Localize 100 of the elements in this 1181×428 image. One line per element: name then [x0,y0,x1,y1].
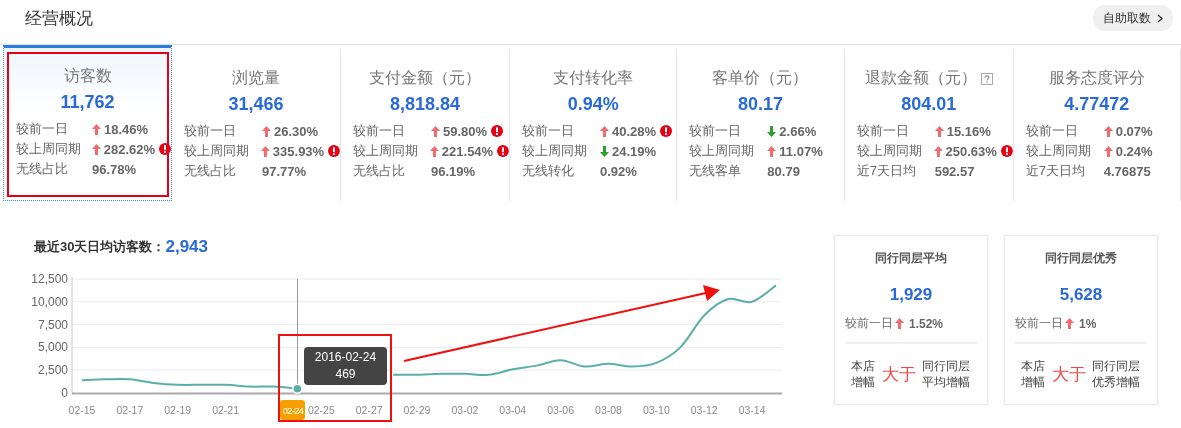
metric-card[interactable]: 客单价（元） 80.17 较前一日 2.66% 较上周同期 11.07% 无线客单 80.79 [677,49,845,201]
up-arrow-icon [1103,145,1113,157]
axis-label: 02-19 [164,404,192,416]
metric-label: 较上周同期 [856,142,923,160]
metric-label: 无线占比 [184,162,237,180]
metric-value: 11,762 [59,92,116,113]
axis-label: 03-06 [547,404,575,416]
metric-change: 221.54% [441,143,494,159]
comparison-label: 同行同层平均增幅 [922,358,971,390]
metric-change: 592.57 [934,163,975,179]
axis-label: 12,500 [31,272,68,286]
axis-label: 03-10 [642,404,670,416]
metric-label: 较上周同期 [689,142,756,160]
up-arrow-icon [431,125,440,137]
metric-card[interactable]: 退款金额（元） 804.01 较前一日 15.16% 较上周同期 250.63% 近7天日均 592.57 [844,49,1014,201]
metric-change: 250.63% [945,143,997,159]
metric-change: 96.78% [92,161,137,177]
peer-value: 5,628 [1059,285,1103,305]
metric-change: 26.30% [274,123,319,139]
axis-label: 03-08 [595,404,622,416]
up-arrow-icon [260,145,270,157]
axis-label: 03-14 [738,404,766,416]
metric-label: 较前一日 [353,122,406,140]
metric-label: 较前一日 [16,120,69,138]
axis-label: 10,000 [31,294,68,309]
peer-label: 较前一日 [845,315,893,332]
axis-label: 02-29 [403,404,431,416]
summary-value: 2,943 [165,236,208,257]
axis-label: 02-15 [68,404,96,416]
metric-label: 较前一日 [522,122,575,140]
metric-title: 支付金额（元） [369,67,481,88]
metric-value: 80.17 [736,94,784,115]
comparison-label: 同行同层优秀增幅 [1092,358,1141,390]
tooltip-date: 2016-02-24 [313,349,378,366]
axis-label: 03-02 [451,404,479,416]
metric-change: 2.66% [779,123,817,139]
metric-change: 80.79 [767,163,800,179]
up-arrow-icon [1103,125,1113,137]
metric-change: 96.19% [431,163,476,179]
metric-card[interactable]: 浏览量 31,466 较前一日 26.30% 较上周同期 335.93% 无线占比 97.77% [172,49,341,201]
comparison-result: 大于 [882,363,916,386]
peer-value: 1,929 [889,285,933,305]
axis-label: 02-25 [307,404,335,416]
metric-title: 客单价（元） [712,67,809,88]
up-arrow-icon [767,145,777,157]
metric-change: 40.28% [612,123,657,139]
axis-label: 02-17 [116,404,144,416]
axis-label: 2,500 [37,363,68,378]
up-arrow-icon [92,123,101,135]
axis-label: 5,000 [37,340,68,355]
metric-change: 15.16% [946,123,991,139]
metric-value: 8,818.84 [388,94,462,115]
peer-change: 1% [1079,316,1097,331]
peer-label: 较前一日 [1015,315,1063,332]
peer-title: 同行同层平均 [875,250,947,267]
chevron-right-icon [1157,13,1163,23]
metric-value: 804.01 [900,94,958,115]
metric-card[interactable]: 服务态度评分 4.77472 较前一日 0.07% 较上周同期 0.24% 近7天日均 4.76875 [1013,49,1181,201]
metric-change: 0.24% [1115,143,1153,159]
metric-title: 访客数 [63,65,112,86]
up-arrow-icon [429,145,439,157]
peer-title: 同行同层优秀 [1045,250,1117,267]
highlighted-axis-label: 02-24 [280,400,306,420]
tooltip-value: 469 [334,366,357,383]
metric-change: 335.93% [272,143,325,159]
self-service-button[interactable]: 自助取数 [1093,5,1173,31]
metric-label: 无线占比 [353,162,406,180]
metric-label: 较前一日 [856,122,910,140]
up-arrow-icon [933,145,943,157]
metric-change: 0.07% [1115,123,1153,139]
metric-title: 服务态度评分 [1048,67,1145,88]
down-arrow-icon [600,145,609,157]
metric-card[interactable]: 访客数 11,762 较前一日 18.46% 较上周同期 282.62% 无线占比 96.78% [3,45,172,201]
metric-card[interactable]: 支付转化率 0.94% 较前一日 40.28% 较上周同期 24.19% 无线转化 0.92% [510,49,678,201]
metric-label: 较上周同期 [1025,142,1092,160]
metric-title: 浏览量 [232,67,280,88]
metric-value: 0.94% [566,94,620,115]
up-arrow-icon [934,125,944,137]
metric-label: 较前一日 [184,122,237,140]
metric-label: 较前一日 [689,122,743,140]
metric-change: 24.19% [612,143,657,159]
metric-label: 较上周同期 [16,140,82,158]
up-arrow-icon [91,143,101,155]
metric-change: 59.80% [443,123,488,139]
metric-label: 近7天日均 [856,162,917,180]
metric-change: 4.76875 [1103,163,1151,179]
metric-card[interactable]: 支付金额（元） 8,818.84 较前一日 59.80% 较上周同期 221.54% 无线占比 96.19% [341,49,510,201]
up-arrow-icon [262,125,271,137]
comparison-label: 本店增幅 [1020,358,1046,390]
metric-value: 4.77472 [1063,94,1131,115]
metric-label: 无线占比 [16,160,69,178]
metric-title: 支付转化率 [553,67,634,88]
comparison-label: 本店增幅 [850,358,876,390]
axis-label: 7,500 [37,317,68,332]
metric-change: 282.62% [103,141,156,157]
metric-change: 18.46% [104,121,149,137]
metric-label: 较上周同期 [353,142,419,160]
metric-value: 31,466 [227,94,285,115]
data-point [292,383,303,394]
axis-label: 02-21 [212,404,239,416]
